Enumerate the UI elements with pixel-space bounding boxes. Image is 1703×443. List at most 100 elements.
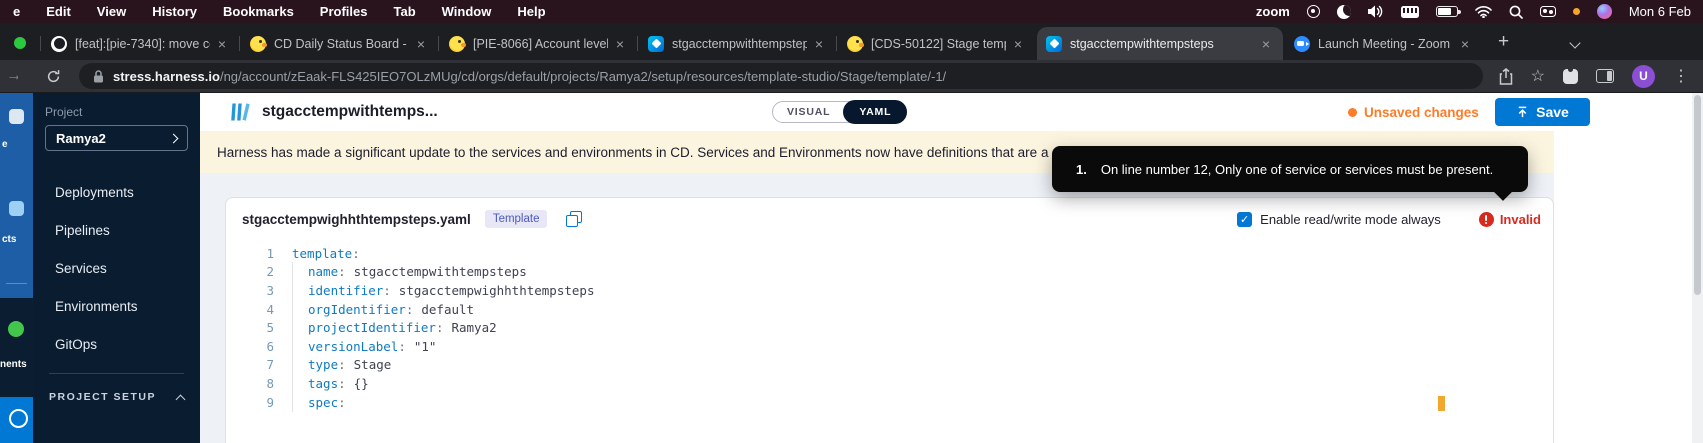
browser-tab[interactable]: CD Daily Status Board - Ag × <box>241 27 438 60</box>
reload-button[interactable] <box>46 69 61 84</box>
menu-item[interactable]: View <box>84 4 139 19</box>
scrollbar-thumb[interactable] <box>1694 95 1701 295</box>
module-icon-projects[interactable] <box>9 201 24 216</box>
line-number: 1 <box>226 246 274 261</box>
traffic-light-green[interactable] <box>14 37 26 49</box>
save-button[interactable]: Save <box>1495 98 1590 126</box>
browser-tab[interactable]: [feat]:[pie-7340]: move co × <box>42 27 239 60</box>
profile-avatar[interactable]: U <box>1632 65 1655 88</box>
zoom-app-menu[interactable]: zoom <box>1256 4 1290 19</box>
tab-title: CD Daily Status Board - Ag <box>274 37 409 51</box>
menu-item[interactable]: e <box>0 4 33 19</box>
studio-body: stgacctempwighhthtempsteps.yaml Template… <box>200 173 1692 443</box>
volume-icon[interactable] <box>1368 5 1384 18</box>
browser-tab[interactable]: stgacctempwithtempsteps × <box>1037 27 1283 60</box>
bookmark-star-icon[interactable]: ☆ <box>1531 66 1545 86</box>
module-icon-top[interactable] <box>9 109 24 124</box>
tab-favicon <box>449 36 465 52</box>
error-tooltip: 1. On line number 12, Only one of servic… <box>1052 146 1528 192</box>
menu-item[interactable]: Edit <box>33 4 84 19</box>
copy-icon[interactable] <box>565 211 582 228</box>
editor-line[interactable]: 5 projectIdentifier:Ramya2 <box>226 318 1553 337</box>
notification-badge-icon[interactable] <box>1307 5 1320 18</box>
yaml-editor[interactable]: 1 template: 2 name:stgacctempwithtempste… <box>226 240 1553 411</box>
tab-title: [feat]:[pie-7340]: move co <box>75 37 210 51</box>
unsaved-changes-status: Unsaved changes <box>1348 93 1479 131</box>
line-code: tags:{} <box>292 376 369 391</box>
editor-line[interactable]: 8 tags:{} <box>226 374 1553 393</box>
menu-item[interactable]: History <box>139 4 210 19</box>
forward-button[interactable]: → <box>6 67 18 85</box>
editor-line[interactable]: 1 template: <box>226 244 1553 263</box>
tab-close-icon[interactable]: × <box>214 36 230 52</box>
browser-tab[interactable]: Launch Meeting - Zoom × <box>1285 27 1482 60</box>
lock-icon[interactable] <box>93 70 104 83</box>
yaml-value: Ramya2 <box>451 320 496 335</box>
toggle-yaml[interactable]: YAML <box>843 100 907 124</box>
browser-tab[interactable]: [CDS-50122] Stage templa × <box>838 27 1035 60</box>
tab-close-icon[interactable]: × <box>811 36 827 52</box>
module-icon-green[interactable] <box>8 321 24 337</box>
wifi-icon[interactable] <box>1475 6 1492 18</box>
menu-item[interactable]: Help <box>504 4 558 19</box>
side-panel-icon[interactable] <box>1596 69 1614 83</box>
editor-line[interactable]: 3 identifier:stgacctempwighhthtempsteps <box>226 281 1553 300</box>
chevron-right-icon <box>169 133 179 143</box>
control-center-icon[interactable] <box>1540 6 1556 17</box>
browser-tab[interactable]: [PIE-8066] Account level t × <box>440 27 637 60</box>
tab-close-icon[interactable]: × <box>1457 36 1473 52</box>
tab-close-icon[interactable]: × <box>612 36 628 52</box>
address-bar[interactable]: stress.harness.io/ng/account/zEaak-FLS42… <box>79 63 1483 89</box>
save-label: Save <box>1536 104 1569 120</box>
yaml-key: spec <box>308 395 338 410</box>
spotlight-search-icon[interactable] <box>1509 5 1523 19</box>
extension-icon[interactable] <box>1563 69 1578 84</box>
yaml-card-header: stgacctempwighhthtempsteps.yaml Template… <box>226 198 1553 240</box>
tab-favicon <box>250 36 266 52</box>
editor-line[interactable]: 2 name:stgacctempwithtempsteps <box>226 263 1553 282</box>
share-icon[interactable] <box>1499 68 1513 85</box>
editor-line[interactable]: 7 type:Stage <box>226 356 1553 375</box>
readwrite-checkbox[interactable]: ✓ <box>1237 212 1252 227</box>
menu-item[interactable]: Window <box>429 4 505 19</box>
tab-favicon <box>648 36 664 52</box>
invalid-status[interactable]: Invalid <box>1479 212 1541 227</box>
sidebar-nav-item[interactable]: GitOps <box>45 325 188 363</box>
yaml-colon: : <box>436 320 444 335</box>
tab-search-chevron-icon[interactable] <box>1569 37 1580 48</box>
template-badge: Template <box>485 210 548 228</box>
tooltip-number: 1. <box>1076 162 1087 177</box>
focus-mode-icon[interactable] <box>1337 5 1351 19</box>
sidebar-nav-item[interactable]: Pipelines <box>45 211 188 249</box>
keyboard-brightness-icon[interactable] <box>1401 6 1419 18</box>
siri-icon[interactable] <box>1597 4 1612 19</box>
sidebar-nav-item[interactable]: Deployments <box>45 173 188 211</box>
project-selector[interactable]: Ramya2 <box>45 125 188 151</box>
menu-item[interactable]: Profiles <box>307 4 381 19</box>
menubar-clock[interactable]: Mon 6 Feb <box>1629 4 1691 19</box>
browser-tab[interactable]: stgacctempwithtempsteps × <box>639 27 836 60</box>
template-title: stgacctempwithtemps... <box>262 103 438 121</box>
tab-favicon <box>1046 36 1062 52</box>
readwrite-label[interactable]: Enable read/write mode always <box>1260 212 1441 227</box>
tab-close-icon[interactable]: × <box>1010 36 1026 52</box>
project-setup-section[interactable]: PROJECT SETUP <box>45 391 188 403</box>
tab-close-icon[interactable]: × <box>1258 36 1274 52</box>
menu-item[interactable]: Bookmarks <box>210 4 307 19</box>
line-code: projectIdentifier:Ramya2 <box>292 320 497 335</box>
browser-scrollbar[interactable] <box>1692 93 1703 443</box>
battery-icon[interactable] <box>1436 6 1458 17</box>
editor-line[interactable]: 9 spec: <box>226 393 1553 412</box>
new-tab-button[interactable]: + <box>1498 31 1509 53</box>
module-rail-selected[interactable] <box>0 397 33 443</box>
sidebar-nav-item[interactable]: Services <box>45 249 188 287</box>
tab-close-icon[interactable]: × <box>413 36 429 52</box>
browser-menu-icon[interactable]: ⋮ <box>1673 66 1689 86</box>
menu-item[interactable]: Tab <box>380 4 428 19</box>
sidebar-nav-item[interactable]: Environments <box>45 287 188 325</box>
editor-line[interactable]: 6 versionLabel:"1" <box>226 337 1553 356</box>
editor-line[interactable]: 4 orgIdentifier:default <box>226 300 1553 319</box>
line-number: 3 <box>226 283 274 298</box>
browser-tabs: [feat]:[pie-7340]: move co × CD Daily St… <box>42 23 1484 60</box>
toggle-visual[interactable]: VISUAL <box>773 106 844 118</box>
